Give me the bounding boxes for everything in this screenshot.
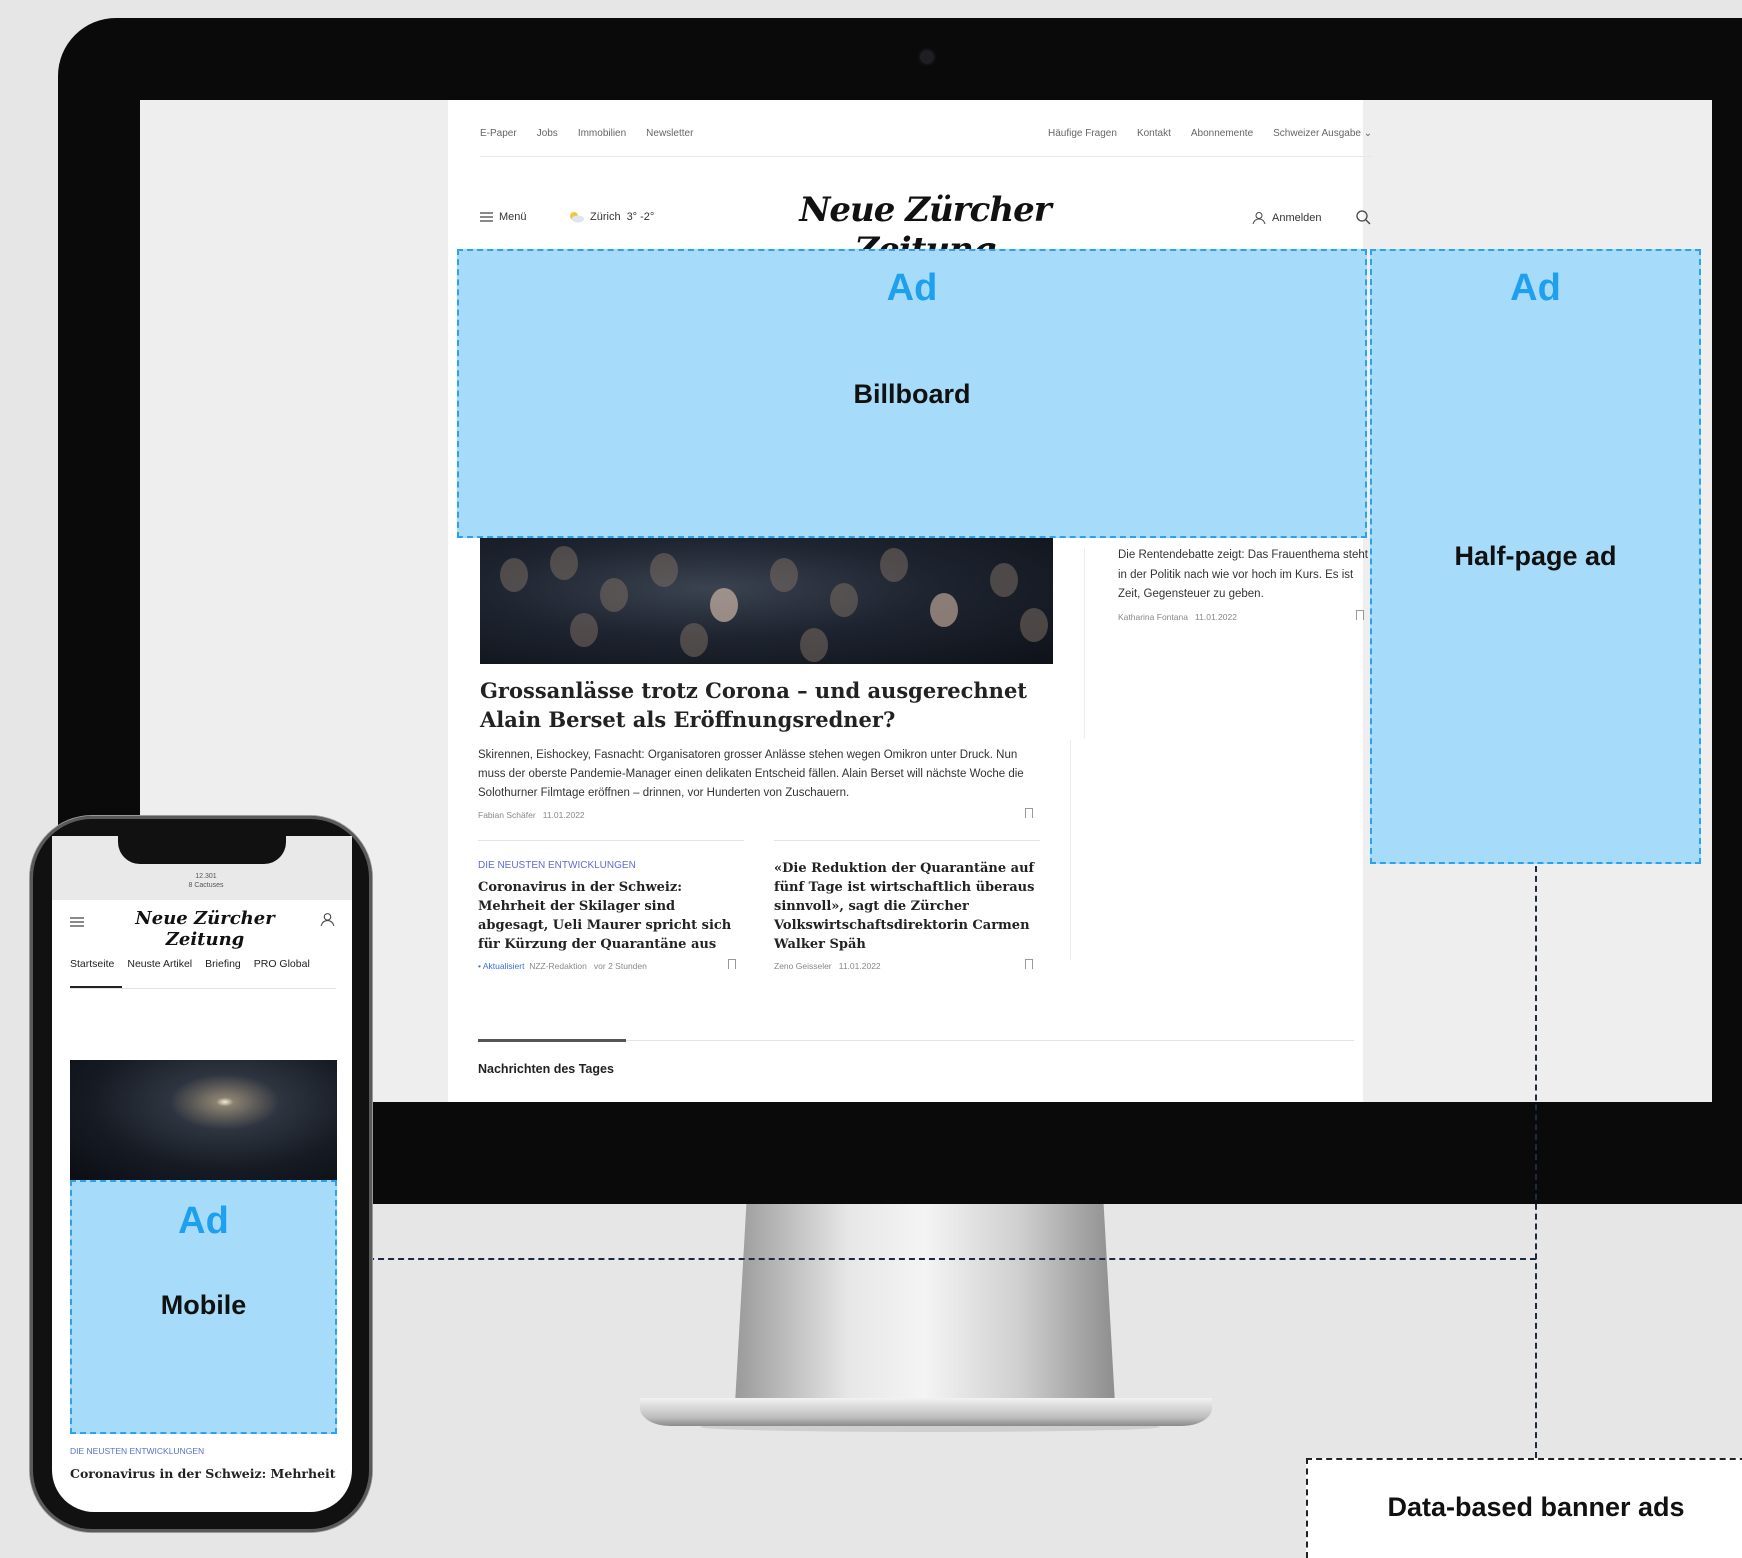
teaser-left-meta: • Aktualisiert NZZ-Redaktion vor 2 Stund…	[478, 961, 647, 971]
status-line: 8 Cactuses	[188, 882, 224, 889]
phone-tabs: Startseite Neuste Artikel Briefing PRO G…	[70, 958, 310, 970]
weather-city: Zürich	[590, 211, 621, 223]
active-tab-indicator	[70, 986, 122, 988]
tab-neuste-artikel[interactable]: Neuste Artikel	[127, 958, 192, 970]
link-abonnemente[interactable]: Abonnemente	[1191, 128, 1253, 139]
tab-pro-global[interactable]: PRO Global	[254, 958, 310, 970]
connector-line	[348, 1258, 1536, 1260]
side-meta: Katharina Fontana 11.01.2022	[1118, 612, 1237, 622]
teaser-left-time: vor 2 Stunden	[593, 961, 647, 971]
side-article-text[interactable]: Die Rentendebatte zeigt: Das Frauenthema…	[1118, 546, 1368, 605]
teaser-right-meta: Zeno Geisseler 11.01.2022	[774, 961, 881, 971]
ad-label: Billboard	[853, 379, 971, 409]
side-date: 11.01.2022	[1195, 612, 1237, 622]
half-page-ad[interactable]: Ad Half-page ad	[1370, 249, 1701, 864]
bookmark-icon[interactable]	[1356, 610, 1364, 620]
phone-status-text: 12.301 8 Cactuses	[176, 872, 236, 890]
status-line: 12.301	[195, 873, 217, 880]
connector-line	[1535, 866, 1537, 1458]
section-underline	[478, 1039, 626, 1042]
mobile-ad[interactable]: Ad Mobile	[70, 1180, 337, 1434]
login-button[interactable]: Anmelden	[1252, 211, 1322, 225]
teaser-right-headline[interactable]: «Die Reduktion der Quarantäne auf fünf T…	[774, 859, 1044, 954]
divider	[480, 156, 1373, 157]
teaser-left-kicker: DIE NEUSTEN ENTWICKLUNGEN	[478, 860, 636, 871]
link-faq[interactable]: Häufige Fragen	[1048, 128, 1117, 139]
divider	[70, 988, 336, 989]
ad-label: Mobile	[160, 1290, 247, 1320]
tab-briefing[interactable]: Briefing	[205, 958, 241, 970]
main-lead: Skirennen, Eishockey, Fasnacht: Organisa…	[478, 749, 1024, 799]
top-links-left: E-Paper Jobs Immobilien Newsletter	[480, 128, 693, 139]
bookmark-icon[interactable]	[1025, 808, 1033, 818]
teaser-right-date: 11.01.2022	[838, 961, 881, 971]
monitor-stand	[735, 1204, 1115, 1404]
edition-label: Schweizer Ausgabe	[1273, 128, 1361, 139]
login-label: Anmelden	[1272, 212, 1322, 224]
teaser-left-author[interactable]: NZZ-Redaktion	[529, 961, 587, 971]
bookmark-icon[interactable]	[1025, 959, 1033, 969]
hero-image[interactable]	[480, 538, 1053, 664]
phone-hero-image[interactable]	[70, 1060, 337, 1180]
divider	[478, 840, 744, 841]
link-jobs[interactable]: Jobs	[537, 128, 558, 139]
column-divider	[1070, 740, 1071, 960]
ad-tag: Ad	[886, 267, 938, 309]
link-immobilien[interactable]: Immobilien	[578, 128, 626, 139]
menu-label: Menü	[499, 211, 527, 223]
tab-startseite[interactable]: Startseite	[70, 958, 114, 970]
search-icon[interactable]	[1356, 210, 1371, 230]
section-title: Nachrichten des Tages	[478, 1062, 614, 1076]
menu-button[interactable]: Menü	[480, 211, 527, 223]
phone-kicker: DIE NEUSTEN ENTWICKLUNGEN	[70, 1446, 205, 1456]
weather-temp: 3° -2°	[626, 211, 655, 223]
phone-headline[interactable]: Coronavirus in der Schweiz: Mehrheit	[70, 1466, 340, 1481]
teaser-right-author[interactable]: Zeno Geisseler	[774, 961, 832, 971]
weather-widget[interactable]: Zürich 3° -2°	[568, 211, 654, 223]
divider	[774, 840, 1040, 841]
teaser-left-headline[interactable]: Coronavirus in der Schweiz: Mehrheit der…	[478, 878, 746, 954]
link-newsletter[interactable]: Newsletter	[646, 128, 693, 139]
main-meta: Fabian Schäfer 11.01.2022	[478, 810, 585, 820]
camera-icon	[920, 50, 934, 64]
phone-menu-icon[interactable]	[70, 914, 84, 932]
edition-select[interactable]: Schweizer Ausgabe ⌄	[1273, 128, 1372, 139]
top-links-right: Häufige Fragen Kontakt Abonnemente Schwe…	[1048, 128, 1372, 139]
phone-logo[interactable]: Neue Zürcher Zeitung	[130, 908, 280, 950]
link-epaper[interactable]: E-Paper	[480, 128, 517, 139]
main-author[interactable]: Fabian Schäfer	[478, 810, 536, 820]
ad-tag: Ad	[1510, 267, 1561, 309]
phone-notch	[118, 836, 286, 864]
bookmark-icon[interactable]	[728, 959, 736, 969]
hamburger-icon	[480, 212, 493, 222]
ad-label: Half-page ad	[1454, 541, 1617, 571]
column-divider	[1084, 548, 1085, 738]
monitor-base	[640, 1398, 1212, 1426]
chevron-down-icon: ⌄	[1363, 128, 1373, 139]
user-icon	[1252, 212, 1266, 225]
updated-badge: • Aktualisiert	[478, 961, 525, 971]
ad-tag: Ad	[178, 1200, 229, 1242]
weather-sun-icon	[570, 212, 584, 223]
link-kontakt[interactable]: Kontakt	[1137, 128, 1171, 139]
side-author[interactable]: Katharina Fontana	[1118, 612, 1188, 622]
phone-user-icon[interactable]	[320, 912, 335, 932]
callout-label: Data-based banner ads	[1387, 1492, 1685, 1522]
main-date: 11.01.2022	[542, 810, 585, 820]
main-headline[interactable]: Grossanlässe trotz Corona – und ausgerec…	[480, 676, 1040, 734]
billboard-ad[interactable]: Ad Billboard	[457, 249, 1367, 538]
